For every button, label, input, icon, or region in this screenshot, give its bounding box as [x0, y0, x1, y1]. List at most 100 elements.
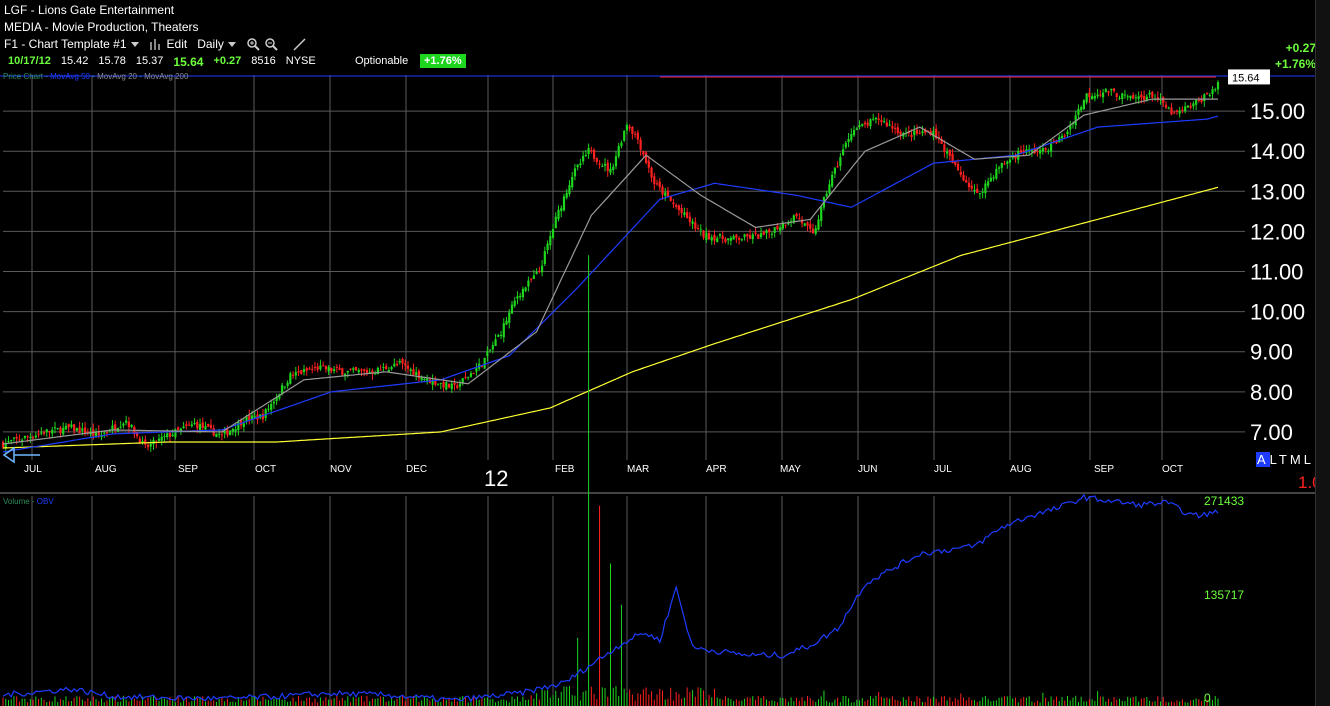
candle-body — [193, 423, 196, 425]
candle-body — [1060, 135, 1064, 139]
candle-body — [773, 227, 776, 233]
candle-body — [721, 235, 724, 239]
candle-body — [538, 270, 541, 272]
candle-body — [612, 166, 615, 170]
candle-body — [1134, 97, 1138, 99]
candle-body — [546, 243, 549, 251]
candle-body — [453, 382, 456, 385]
candle-body — [187, 424, 191, 426]
candle-body — [37, 433, 40, 435]
candle-body — [1107, 91, 1110, 93]
candle-body — [1091, 96, 1094, 100]
candle-body — [549, 236, 552, 246]
candle-body — [1115, 93, 1118, 97]
candle-body — [488, 349, 492, 351]
month-label: 12 — [484, 466, 508, 491]
price-tick-label: 15.00 — [1250, 99, 1305, 124]
candle-body — [587, 147, 590, 154]
candle-body — [267, 408, 270, 410]
candle-body — [190, 424, 193, 427]
candle-body — [918, 132, 921, 134]
candle-body — [264, 409, 267, 418]
candle-body — [56, 428, 59, 430]
candle-body — [647, 160, 650, 168]
vertical-scrollbar[interactable] — [1315, 0, 1330, 706]
month-label: AUG — [95, 464, 117, 475]
candle-body — [357, 369, 360, 373]
candle-body — [338, 368, 341, 370]
candle-body — [858, 125, 861, 128]
candle-body — [683, 212, 686, 215]
candle-body — [127, 421, 130, 428]
candle-body — [1011, 156, 1014, 158]
candle-body — [795, 213, 798, 217]
candle-body — [458, 383, 462, 387]
candle-body — [606, 162, 609, 171]
candle-body — [226, 429, 229, 436]
candle-body — [1066, 131, 1069, 135]
candle-body — [297, 370, 300, 373]
price-tick-label: 12.00 — [1250, 219, 1305, 244]
timeframe-a[interactable]: A — [1256, 452, 1270, 467]
candle-body — [1036, 151, 1039, 153]
candle-body — [666, 190, 670, 197]
candle-body — [759, 233, 763, 238]
candle-body — [543, 251, 546, 265]
candle-body — [1093, 96, 1096, 99]
candle-body — [1170, 107, 1173, 115]
candle-body — [182, 426, 185, 429]
candle-body — [1211, 89, 1214, 94]
stock-chart[interactable]: 15.00 14.00 13.00 12.00 11.00 10.00 9.00 8.00 7.… — [0, 0, 1316, 706]
month-label: DEC — [406, 464, 427, 475]
candle-body — [855, 128, 858, 130]
candle-body — [316, 366, 319, 370]
candle-body — [710, 237, 713, 241]
candle-body — [735, 234, 738, 238]
candle-body — [204, 426, 207, 430]
candle-body — [738, 237, 741, 240]
candle-body — [1189, 105, 1192, 108]
candle-body — [568, 185, 571, 195]
candle-body — [198, 424, 202, 431]
candle-body — [576, 164, 579, 168]
candle-body — [130, 424, 133, 428]
candle-body — [1126, 96, 1129, 98]
candle-body — [582, 155, 585, 162]
timeframe-ltml[interactable]: LTML — [1270, 452, 1314, 467]
candle-body — [311, 369, 314, 371]
candle-body — [349, 368, 352, 370]
candle-body — [910, 135, 913, 138]
candle-body — [1205, 92, 1209, 94]
candle-body — [1039, 150, 1042, 154]
candle-body — [891, 126, 894, 129]
candle-body — [1096, 94, 1099, 97]
candle-body — [114, 424, 117, 430]
candle-body — [447, 383, 451, 388]
candle-body — [502, 323, 505, 338]
candle-body — [1203, 94, 1206, 102]
candle-body — [1118, 97, 1121, 99]
month-label: JUL — [24, 464, 42, 475]
candle-body — [1192, 103, 1195, 107]
timeframe-selector[interactable]: ALTML — [1256, 452, 1314, 467]
price-tick-label: 9.00 — [1250, 340, 1293, 365]
candle-body — [62, 427, 65, 435]
candle-body — [757, 234, 760, 239]
candle-body — [842, 149, 845, 155]
candle-body — [754, 232, 757, 234]
candle-body — [598, 163, 601, 165]
candle-body — [385, 366, 388, 370]
candle-body — [81, 428, 84, 431]
candle-body — [48, 431, 51, 433]
candle-body — [973, 189, 976, 191]
candle-body — [776, 225, 779, 230]
candle-body — [877, 118, 880, 121]
candle-body — [603, 163, 607, 166]
candle-body — [828, 184, 831, 194]
candle-body — [1162, 97, 1165, 103]
candle-body — [625, 124, 629, 131]
candle-body — [732, 236, 735, 240]
candle-body — [595, 157, 598, 163]
candle-body — [483, 357, 486, 369]
candle-body — [1200, 99, 1203, 103]
